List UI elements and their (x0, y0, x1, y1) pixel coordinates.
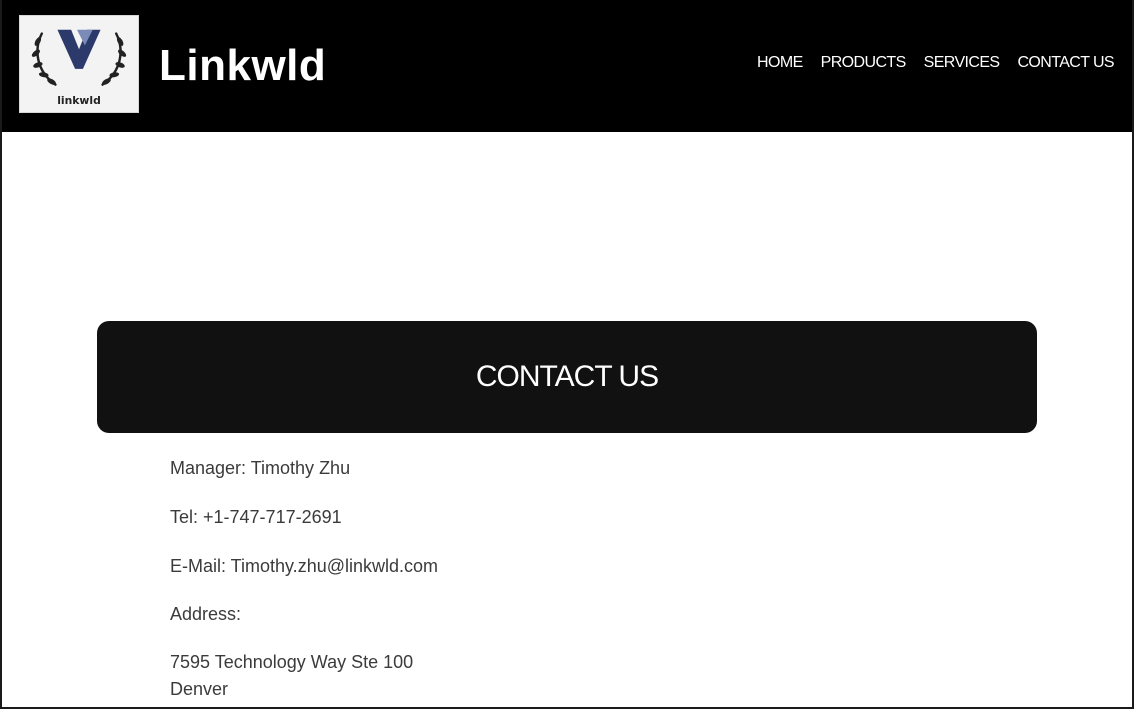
nav-contact-link[interactable]: CONTACT US (1017, 52, 1114, 74)
address-street: 7595 Technology Way Ste 100 (170, 652, 414, 672)
email-text[interactable]: E-Mail: Timothy.zhu@linkwld.com (170, 554, 438, 578)
contact-banner-title: CONTACT US (475, 360, 659, 393)
laurel-logo-icon: linkwld (31, 29, 127, 107)
logo-wordmark: linkwld (57, 94, 101, 107)
brand-logo[interactable]: linkwld (19, 15, 139, 113)
brand-name[interactable]: Linkwld (159, 36, 326, 96)
main-nav: HOME PRODUCTS SERVICES CONTACT US (757, 52, 1115, 74)
telephone-text[interactable]: Tel: +1-747-717-2691 (170, 505, 342, 529)
contact-banner: CONTACT US (97, 321, 1037, 433)
site-header: linkwld Linkwld HOME PRODUCTS SERVICES C… (2, 0, 1132, 132)
address-label: Address: (170, 604, 242, 624)
manager-text: Manager: Timothy Zhu (170, 458, 351, 478)
page-frame: linkwld Linkwld HOME PRODUCTS SERVICES C… (0, 0, 1134, 709)
nav-products-link[interactable]: PRODUCTS (821, 52, 907, 74)
nav-home-link[interactable]: HOME (757, 52, 803, 74)
nav-services-link[interactable]: SERVICES (924, 52, 1000, 74)
address-city: Denver (170, 679, 229, 699)
